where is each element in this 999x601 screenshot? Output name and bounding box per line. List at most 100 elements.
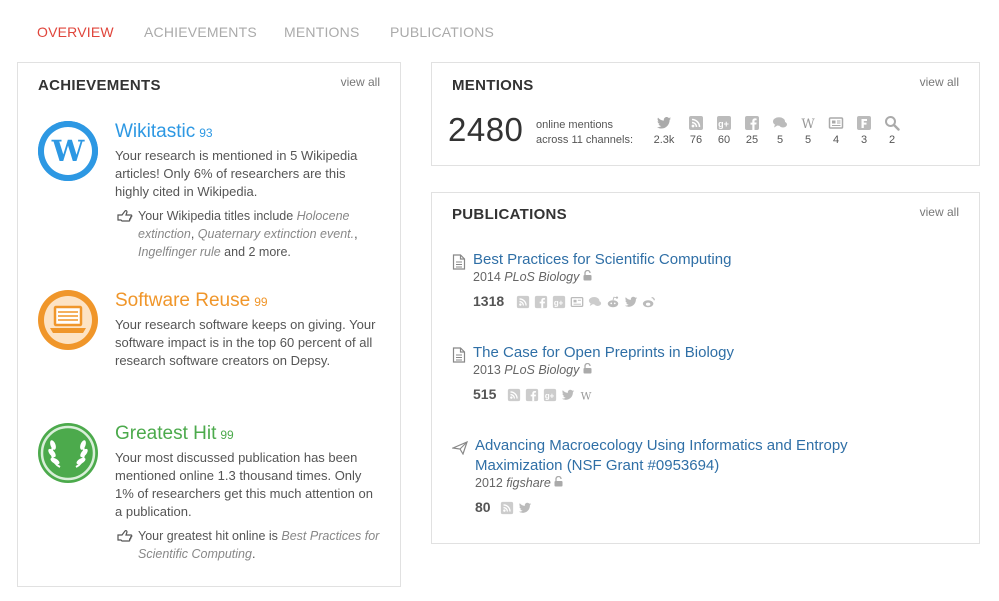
achievement-wikitastic: W Wikitastic 93 Your research is mentione… (38, 121, 388, 271)
tab-publications[interactable]: PUBLICATIONS (390, 24, 494, 40)
achievement-title[interactable]: Software Reuse 99 (115, 290, 268, 312)
channel-wikipedia[interactable]: W 5 (794, 115, 822, 146)
achievement-note: Your greatest hit online is Best Practic… (117, 527, 388, 563)
channel-count: 2 (888, 134, 896, 146)
software-reuse-badge (38, 290, 98, 350)
achievement-description: Your most discussed publication has been… (115, 450, 373, 519)
mentions-label-line1: online mentions (536, 119, 614, 131)
wikipedia-icon: W (578, 387, 593, 402)
achievements-panel: ACHIEVEMENTS view all W Wikitastic 93 You… (17, 62, 401, 587)
open-lock-icon (583, 269, 592, 281)
tab-overview[interactable]: OVERVIEW (37, 24, 114, 40)
publication-item: Advancing Macroecology Using Informatics… (452, 436, 952, 526)
laptop-icon (38, 290, 98, 350)
document-icon (452, 254, 466, 270)
publication-meta: 2012 figshare (475, 475, 563, 490)
channel-search[interactable]: 2 (878, 115, 906, 146)
achievements-panel-title: ACHIEVEMENTS (38, 77, 161, 94)
channel-count: 76 (689, 134, 703, 146)
search-icon (885, 116, 900, 131)
publication-item: Best Practices for Scientific Computing … (452, 250, 952, 320)
achievements-view-all-link[interactable]: view all (341, 75, 380, 89)
svg-text:g+: g+ (544, 391, 554, 400)
achievement-score: 93 (199, 126, 213, 140)
achievement-software-reuse: Software Reuse 99 Your research software … (38, 290, 388, 400)
hand-pointing-icon (117, 529, 133, 542)
mentions-panel: MENTIONS view all 2480 online mentions a… (431, 62, 980, 166)
tab-mentions[interactable]: MENTIONS (284, 24, 360, 40)
twitter-icon (657, 117, 671, 129)
channel-count: 60 (717, 134, 731, 146)
achievement-title[interactable]: Wikitastic 93 (115, 121, 213, 143)
comments-icon (773, 117, 787, 128)
publication-channel-icons (499, 500, 532, 515)
wikitastic-badge: W (38, 121, 98, 181)
hand-pointing-icon (117, 209, 133, 222)
twitter-icon (560, 387, 575, 402)
rss-icon (499, 500, 514, 515)
channel-blogs[interactable]: 76 (682, 115, 710, 146)
channel-facebook[interactable]: 25 (738, 115, 766, 146)
publications-panel-title: PUBLICATIONS (452, 206, 567, 223)
channel-count: 4 (832, 134, 840, 146)
newspaper-icon (828, 117, 844, 129)
twitter-icon (517, 500, 532, 515)
publication-channel-icons: g+ W (506, 387, 593, 402)
tab-achievements[interactable]: ACHIEVEMENTS (144, 24, 257, 40)
mentions-total: 2480 (448, 111, 524, 148)
publication-mention-count: 80 (475, 499, 491, 515)
publication-item: The Case for Open Preprints in Biology 2… (452, 343, 952, 413)
publications-view-all-link[interactable]: view all (920, 205, 959, 219)
publication-title-link[interactable]: Best Practices for Scientific Computing (473, 250, 731, 270)
achievement-title[interactable]: Greatest Hit 99 (115, 423, 234, 445)
channel-google-plus[interactable]: g+ 60 (710, 115, 738, 146)
channel-count: 5 (776, 134, 784, 146)
open-lock-icon (554, 475, 563, 487)
rss-icon (515, 294, 530, 309)
open-lock-icon (583, 362, 592, 374)
achievement-description: Your research is mentioned in 5 Wikipedi… (115, 148, 358, 199)
rss-icon (689, 116, 703, 130)
publication-title-link[interactable]: The Case for Open Preprints in Biology (473, 343, 734, 363)
svg-text:g+: g+ (718, 119, 729, 129)
channel-count: 3 (860, 134, 868, 146)
wikipedia-icon: W (38, 121, 98, 181)
channel-count: 5 (804, 134, 812, 146)
facebook-icon (533, 294, 548, 309)
channel-news[interactable]: 4 (822, 115, 850, 146)
svg-text:W: W (801, 117, 815, 131)
achievement-score: 99 (220, 428, 234, 442)
achievement-description: Your research software keeps on giving. … (115, 317, 376, 368)
publication-channel-icons: g+ (515, 294, 656, 309)
achievement-note: Your Wikipedia titles include Holocene e… (117, 207, 388, 261)
publication-meta: 2014 PLoS Biology (473, 269, 592, 284)
google-plus-icon: g+ (717, 116, 731, 130)
channel-comments[interactable]: 5 (766, 115, 794, 146)
comments-icon (587, 294, 602, 309)
svg-text:g+: g+ (553, 298, 563, 307)
achievement-score: 99 (254, 295, 268, 309)
svg-text:W: W (580, 390, 591, 402)
google-plus-icon: g+ (542, 387, 557, 402)
rss-icon (506, 387, 521, 402)
laurel-wreath-icon (38, 423, 98, 483)
channel-f1000[interactable]: 3 (850, 115, 878, 146)
wikipedia-icon: W (801, 117, 815, 131)
facebook-icon (524, 387, 539, 402)
publication-mention-count: 515 (473, 386, 497, 402)
publication-mention-count: 1318 (473, 293, 505, 309)
channel-count: 25 (745, 134, 759, 146)
newspaper-icon (569, 294, 584, 309)
facebook-icon (745, 116, 759, 130)
publications-panel: PUBLICATIONS view all Best Practices for… (431, 192, 980, 544)
channel-twitter[interactable]: 2.3k (650, 115, 678, 146)
reddit-icon (605, 294, 620, 309)
mentions-panel-title: MENTIONS (452, 77, 534, 94)
google-plus-icon: g+ (551, 294, 566, 309)
channel-count: 2.3k (653, 134, 675, 146)
f1000-icon (857, 116, 871, 130)
achievement-greatest-hit: Greatest Hit 99 Your most discussed publi… (38, 423, 388, 573)
publication-title-link[interactable]: Advancing Macroecology Using Informatics… (475, 436, 848, 476)
mentions-label-line2: across 11 channels: (536, 134, 634, 146)
mentions-view-all-link[interactable]: view all (920, 75, 959, 89)
